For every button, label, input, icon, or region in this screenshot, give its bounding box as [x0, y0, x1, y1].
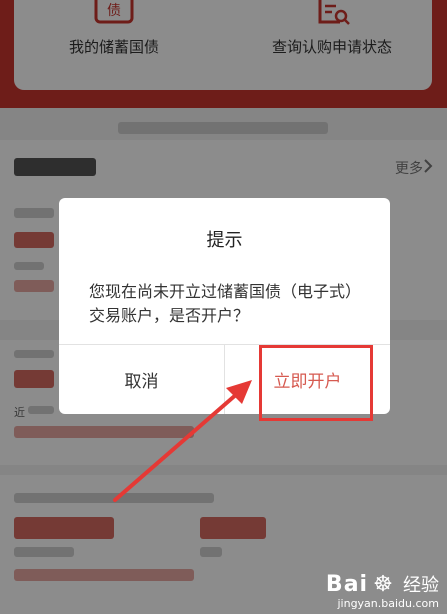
watermark-logo: Bai [325, 572, 369, 597]
paw-icon: ☸ [373, 572, 394, 597]
dialog-title: 提示 [206, 230, 243, 251]
watermark: Bai ☸ 经验 jingyan.baidu.com [326, 571, 439, 610]
watermark-url: jingyan.baidu.com [337, 597, 439, 610]
dialog-message: 您现在尚未开立过储蓄国债（电子式）交易账户，是否开户？ [89, 282, 362, 325]
cancel-button[interactable]: 取消 [59, 345, 224, 414]
annotation-highlight-box [259, 345, 373, 421]
watermark-logo-suffix: 经验 [403, 575, 439, 596]
